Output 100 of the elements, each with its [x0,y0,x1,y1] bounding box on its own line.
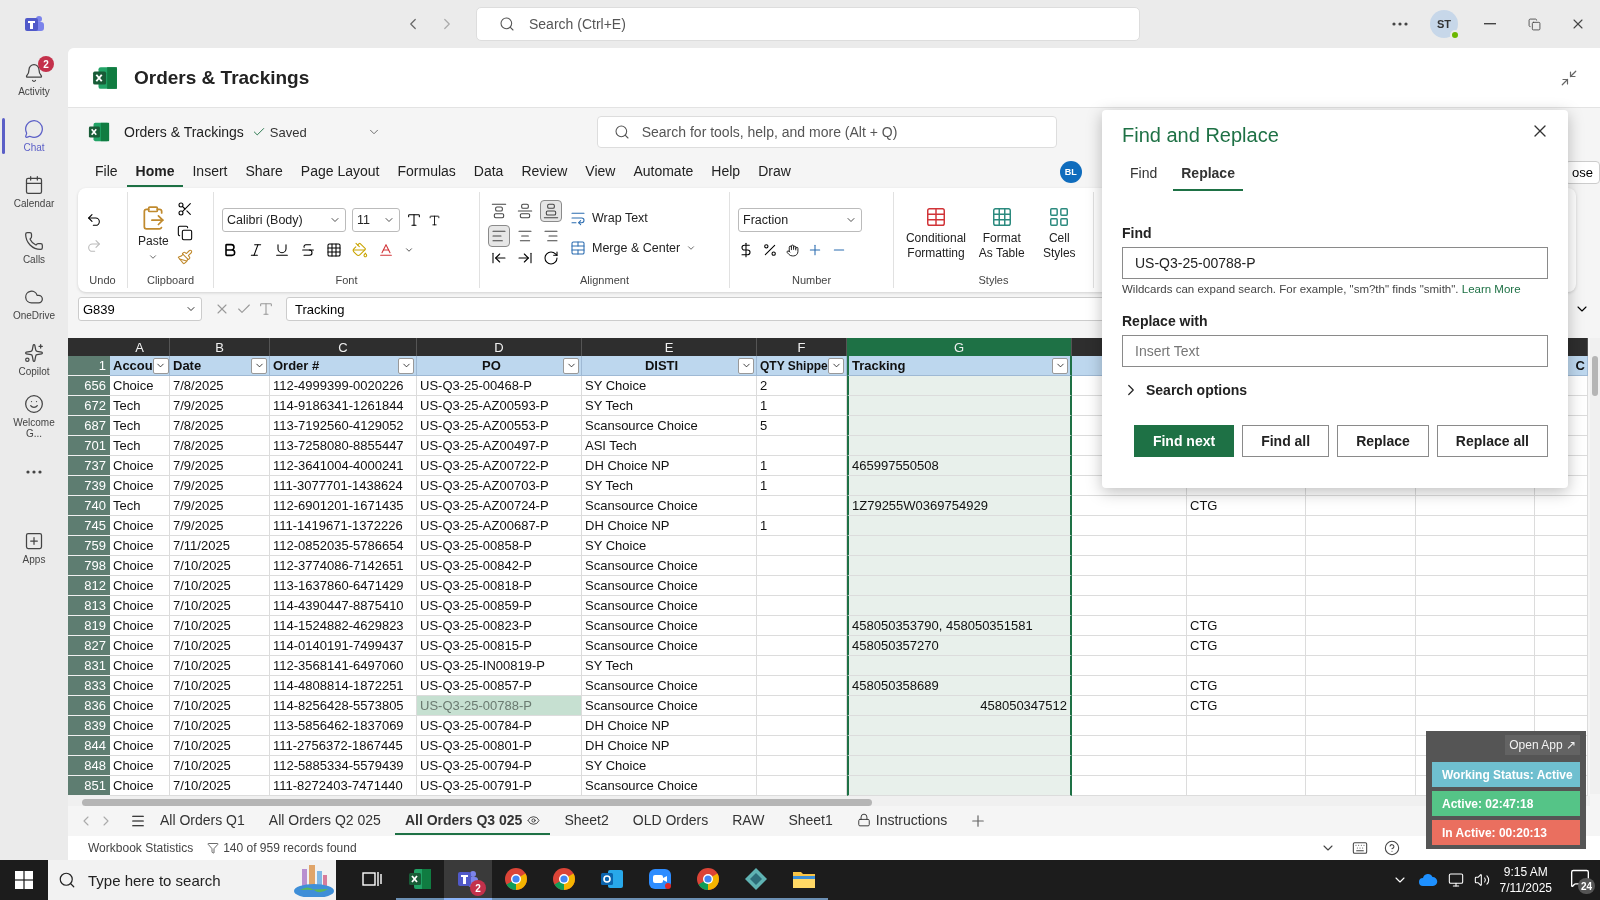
italic-icon[interactable] [248,242,264,258]
notifications-icon[interactable] [1570,868,1590,888]
dialog-button[interactable]: Find next [1133,425,1235,457]
font-size-dropdown[interactable]: 11 [352,208,400,232]
name-box[interactable]: G839 [78,297,202,321]
cut-icon[interactable] [176,201,193,217]
volume-icon[interactable] [1473,872,1490,888]
filter-button[interactable] [398,357,414,374]
strikethrough-icon[interactable] [300,242,316,258]
sheet-tab[interactable]: Sheet1 [778,807,843,835]
number-format-dropdown[interactable]: Fraction [738,208,862,232]
borders-icon[interactable] [326,242,342,258]
column-letter[interactable]: D [417,338,582,356]
sheet-tab[interactable]: OLD Orders [622,807,719,835]
menu-tab[interactable]: View [576,157,625,187]
menu-tab[interactable]: Automate [624,157,703,187]
increase-indent-icon[interactable] [517,250,533,266]
dialog-tab[interactable]: Replace [1173,159,1243,191]
scrollbar-thumb[interactable] [82,798,872,806]
paste-button[interactable]: Paste [136,202,171,264]
bold-icon[interactable] [222,242,238,258]
open-app-button[interactable]: Open App ↗ [1505,735,1580,755]
help-icon[interactable] [1384,840,1400,856]
align-button[interactable] [488,225,510,247]
menu-tab[interactable]: File [86,157,127,187]
workbook-statistics[interactable]: Workbook Statistics [88,841,194,855]
filter-button[interactable] [152,357,169,374]
rail-item[interactable]: OneDrive [0,276,68,332]
orientation-icon[interactable] [543,250,559,266]
style-button[interactable]: Conditional Formatting [902,203,970,263]
merge-button[interactable]: Merge & Center [568,238,699,258]
filter-button[interactable] [828,357,844,374]
style-button[interactable]: Format As Table [975,203,1028,263]
font-name-dropdown[interactable]: Calibri (Body) [222,208,346,232]
dialog-button[interactable]: Find all [1242,425,1330,457]
network-icon[interactable] [1447,872,1464,888]
column-letter[interactable]: C [270,338,417,356]
menu-tab[interactable]: Data [464,157,513,187]
fill-color-icon[interactable] [352,242,368,258]
increase-decimal-icon[interactable] [807,242,823,258]
search-field[interactable]: Search (Ctrl+E) [476,7,1140,41]
column-letter[interactable]: B [170,338,270,356]
column-letter[interactable]: A [110,338,170,356]
sheet-tab[interactable]: Sheet2 [554,807,619,835]
underline-icon[interactable] [274,242,290,258]
percent-icon[interactable] [762,242,778,258]
grow-font-icon[interactable] [406,212,422,228]
column-letter[interactable]: F [757,338,847,356]
menu-tab[interactable]: Formulas [388,157,465,187]
currency-icon[interactable] [738,242,754,258]
sheet-tab[interactable]: All Orders Q1 [150,807,255,835]
taskbar-app[interactable]: 2 [444,860,492,900]
taskbar-search-field[interactable]: Type here to search [48,860,336,900]
menu-tab[interactable]: Draw [749,157,800,187]
find-field[interactable]: US-Q3-25-00788-P [1122,247,1548,279]
menu-tab[interactable]: Share [236,157,292,187]
menu-tab[interactable]: Insert [183,157,237,187]
font-color-icon[interactable] [378,242,394,258]
sheet-tab[interactable]: RAW [722,807,775,835]
align-button[interactable] [540,200,562,222]
decrease-indent-icon[interactable] [491,250,507,266]
rail-item[interactable]: Activity 2 [0,52,68,108]
filter-button[interactable] [1052,357,1068,374]
clock[interactable]: 9:15 AM 7/11/2025 [1499,863,1552,897]
menu-tab[interactable]: Page Layout [291,157,389,187]
dialog-tab[interactable]: Find [1122,159,1166,191]
filter-button[interactable] [251,357,267,374]
rail-item[interactable]: Copilot [0,332,68,388]
sheet-tab[interactable]: Instructions [846,807,958,835]
scrollbar-thumb[interactable] [1592,356,1598,396]
filter-button[interactable] [738,357,754,374]
sheet-list-icon[interactable] [130,813,146,829]
replace-field[interactable]: Insert Text [1122,335,1548,367]
column-letter[interactable]: E [582,338,757,356]
cloud-icon[interactable] [1417,873,1438,887]
menu-tab[interactable]: Review [512,157,577,187]
rail-item[interactable]: Welcome G... [0,388,68,444]
format-painter-icon[interactable] [176,249,193,265]
dialog-button[interactable]: Replace [1337,425,1429,457]
filter-button[interactable] [563,357,579,374]
learn-more-link[interactable]: Learn More [1461,283,1521,295]
style-button[interactable]: Cell Styles [1033,203,1085,263]
search-field[interactable]: Search for tools, help, and more (Alt + Q) [596,116,1057,148]
column-letter[interactable]: G [847,338,1072,356]
rail-item[interactable]: Calls [0,220,68,276]
more-icon[interactable] [26,470,42,474]
dialog-button[interactable]: Replace all [1436,425,1548,457]
copy-icon[interactable] [176,225,193,241]
search-options-toggle[interactable]: Search options [1122,381,1248,399]
more-icon[interactable] [1392,22,1408,26]
undo-icon[interactable] [86,212,102,228]
rail-item[interactable]: Chat [0,108,68,164]
rail-item[interactable]: Calendar [0,164,68,220]
keyboard-icon[interactable] [1352,840,1368,856]
shrink-font-icon[interactable] [428,213,441,227]
rail-item[interactable]: Apps [0,520,68,576]
user-avatar[interactable]: ST [1430,10,1458,38]
workbook-name[interactable]: Orders & Trackings [124,124,244,140]
sheet-tab[interactable]: All Orders Q2 025 [258,807,391,835]
wrap-text-button[interactable]: Wrap Text [568,208,650,228]
